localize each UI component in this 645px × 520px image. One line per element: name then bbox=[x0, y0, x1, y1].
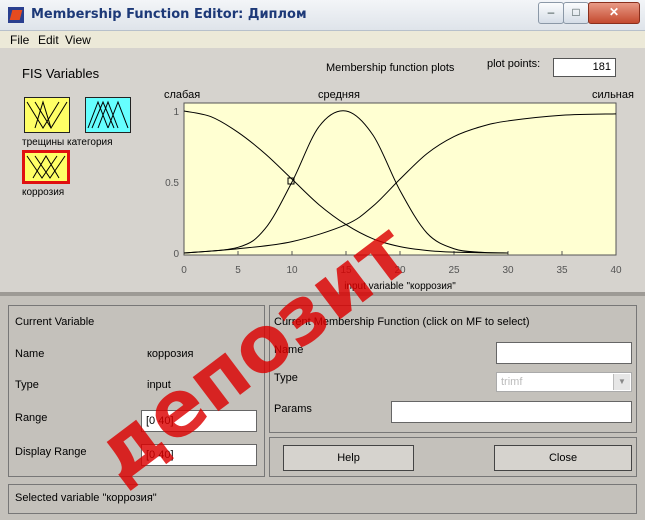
curve-label-сильная[interactable]: сильная bbox=[592, 89, 634, 101]
mf-type-select[interactable]: trimf ▼ bbox=[496, 372, 632, 392]
chevron-down-icon[interactable]: ▼ bbox=[613, 374, 630, 390]
name-label: Name bbox=[15, 348, 45, 360]
x-tick-label: 25 bbox=[448, 265, 460, 276]
mf-params-input[interactable] bbox=[391, 401, 632, 423]
status-bar: Selected variable "коррозия" bbox=[8, 484, 637, 514]
x-tick-label: 0 bbox=[181, 265, 187, 276]
x-tick-label: 35 bbox=[556, 265, 568, 276]
y-tick-label: 1 bbox=[173, 107, 179, 118]
mf-type-value: trimf bbox=[501, 376, 523, 388]
display-range-label: Display Range bbox=[15, 446, 87, 458]
y-tick-label: 0 bbox=[173, 249, 179, 260]
x-tick-label: 40 bbox=[610, 265, 622, 276]
curve-label-средняя[interactable]: средняя bbox=[318, 89, 360, 101]
x-tick-label: 30 bbox=[502, 265, 514, 276]
y-tick-label: 0.5 bbox=[165, 178, 179, 189]
current-variable-heading: Current Variable bbox=[15, 316, 95, 328]
mf-name-input[interactable] bbox=[496, 342, 632, 364]
type-label: Type bbox=[15, 379, 39, 391]
help-button[interactable]: Help bbox=[283, 445, 414, 471]
x-tick-label: 5 bbox=[235, 265, 241, 276]
mf-params-label: Params bbox=[274, 403, 312, 415]
range-label: Range bbox=[15, 412, 48, 424]
button-panel: Help Close bbox=[269, 437, 637, 477]
close-button[interactable]: Close bbox=[494, 445, 632, 471]
curve-label-слабая[interactable]: слабая bbox=[164, 89, 200, 101]
